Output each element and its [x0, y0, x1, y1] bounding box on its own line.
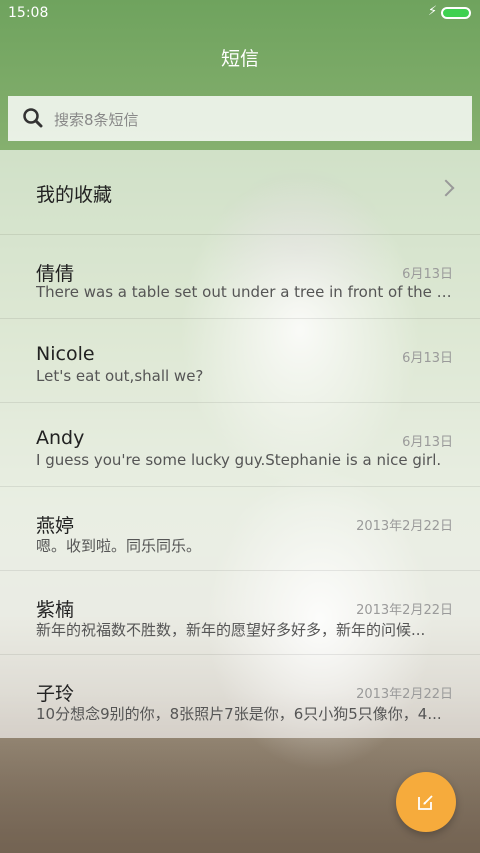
thread-row[interactable]: 倩倩 6月13日 There was a table set out under…	[0, 234, 480, 319]
thread-name: Nicole	[36, 343, 95, 365]
compose-icon	[418, 795, 433, 810]
thread-snippet: I guess you're some lucky guy.Stephanie …	[36, 451, 442, 469]
thread-row[interactable]: 子玲 2013年2月22日 10分想念9别的你，8张照片7张是你，6只小狗5只像…	[0, 654, 480, 739]
thread-snippet: 新年的祝福数不胜数，新年的愿望好多好多，新年的问候...	[36, 621, 426, 639]
message-list: 我的收藏 倩倩 6月13日 There was a table set out …	[0, 150, 480, 738]
search-placeholder: 搜索8条短信	[54, 111, 139, 129]
chevron-right-icon	[437, 179, 455, 197]
favorites-row[interactable]: 我的收藏	[0, 150, 480, 234]
thread-row[interactable]: 紫楠 2013年2月22日 新年的祝福数不胜数，新年的愿望好多好多，新年的问候.…	[0, 570, 480, 655]
status-bar: 15:08 ⚡	[0, 0, 480, 28]
thread-name: 倩倩	[36, 263, 75, 285]
thread-row[interactable]: 燕婷 2013年2月22日 嗯。收到啦。同乐同乐。	[0, 486, 480, 571]
thread-date: 2013年2月22日	[356, 687, 453, 702]
thread-date: 6月13日	[402, 267, 453, 282]
thread-snippet: There was a table set out under a tree i…	[36, 283, 454, 301]
thread-snippet: 10分想念9别的你，8张照片7张是你，6只小狗5只像你，4...	[36, 705, 442, 723]
search-icon	[22, 107, 44, 129]
search-bar[interactable]: 搜索8条短信	[8, 96, 472, 141]
thread-snippet: Let's eat out,shall we?	[36, 367, 204, 385]
status-time: 15:08	[8, 5, 49, 21]
battery-icon	[441, 7, 471, 19]
compose-button[interactable]	[396, 772, 456, 832]
thread-row[interactable]: Nicole 6月13日 Let's eat out,shall we?	[0, 318, 480, 403]
thread-date: 2013年2月22日	[356, 603, 453, 618]
thread-name: Andy	[36, 427, 85, 449]
thread-name: 子玲	[36, 683, 75, 705]
thread-name: 燕婷	[36, 515, 75, 537]
page-title: 短信	[220, 48, 259, 70]
thread-row[interactable]: Andy 6月13日 I guess you're some lucky guy…	[0, 402, 480, 487]
thread-date: 2013年2月22日	[356, 519, 453, 534]
favorites-label: 我的收藏	[36, 184, 113, 206]
thread-snippet: 嗯。收到啦。同乐同乐。	[36, 537, 202, 555]
bolt-icon: ⚡	[428, 4, 438, 19]
thread-name: 紫楠	[36, 599, 75, 621]
thread-date: 6月13日	[402, 351, 453, 366]
thread-date: 6月13日	[402, 435, 453, 450]
